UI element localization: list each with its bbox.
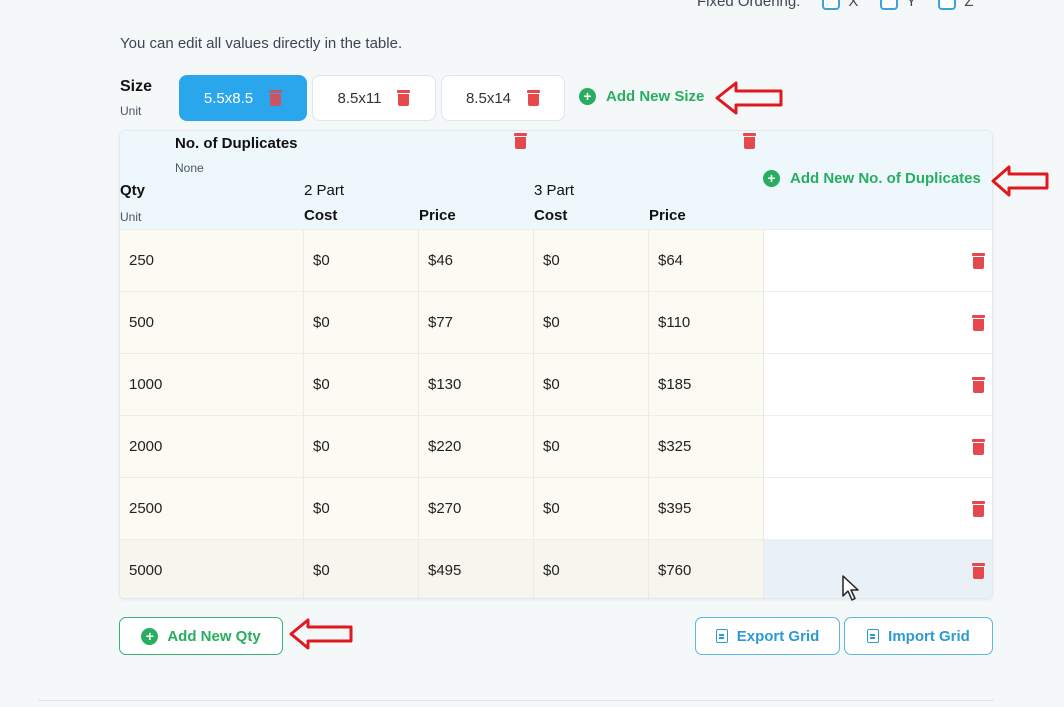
duplicates-unit: None — [175, 161, 204, 175]
cost-3-part-cell[interactable]: $0 — [534, 230, 649, 291]
size-unit: Unit — [120, 104, 142, 118]
add-new-qty-button[interactable]: + Add New Qty — [119, 617, 283, 655]
edit-hint: You can edit all values directly in the … — [120, 35, 403, 52]
column-header: Cost — [534, 207, 568, 224]
price-3-part-cell[interactable]: $185 — [649, 354, 764, 415]
cost-2-part-cell[interactable]: $0 — [304, 416, 419, 477]
annotation-arrow-left — [991, 165, 1049, 197]
qty-cell[interactable]: 250 — [120, 230, 304, 291]
size-chip-8-5x11[interactable]: 8.5x11 — [312, 75, 436, 121]
qty-label: Qty — [120, 182, 146, 199]
plus-circle-icon: + — [141, 627, 159, 645]
trash-icon[interactable] — [514, 133, 527, 149]
row-delete-cell — [764, 478, 992, 539]
column-header: Price — [649, 207, 686, 224]
qty-cell[interactable]: 500 — [120, 292, 304, 353]
checkbox-x[interactable] — [822, 0, 841, 10]
price-2-part-cell[interactable]: $77 — [419, 292, 534, 353]
trash-icon[interactable] — [397, 90, 411, 106]
table-row: 5000 $0 $495 $0 $760 — [120, 539, 992, 598]
trash-icon[interactable] — [972, 500, 985, 517]
qty-cell[interactable]: 1000 — [120, 354, 304, 415]
import-grid-button[interactable]: Import Grid — [844, 617, 993, 655]
fixed-ordering-z[interactable]: Z — [938, 0, 974, 10]
group-3-part: 3 Part — [534, 182, 575, 199]
cost-2-part-cell[interactable]: $0 — [304, 478, 419, 539]
price-3-part-cell[interactable]: $110 — [649, 292, 764, 353]
fixed-ordering-label: Fixed Ordering: — [697, 0, 801, 10]
trash-icon[interactable] — [743, 133, 756, 149]
row-delete-cell — [764, 540, 992, 598]
cost-3-part-cell[interactable]: $0 — [534, 416, 649, 477]
price-2-part-cell[interactable]: $495 — [419, 540, 534, 598]
export-grid-button[interactable]: Export Grid — [695, 617, 840, 655]
price-3-part-cell[interactable]: $325 — [649, 416, 764, 477]
checkbox-y[interactable] — [880, 0, 899, 10]
table-row: 500 $0 $77 $0 $110 — [120, 291, 992, 353]
table-row: 2000 $0 $220 $0 $325 — [120, 415, 992, 477]
price-3-part-cell[interactable]: $395 — [649, 478, 764, 539]
qty-cell[interactable]: 2000 — [120, 416, 304, 477]
price-2-part-cell[interactable]: $46 — [419, 230, 534, 291]
grid-header: No. of Duplicates None Qty Unit 2 Part 3… — [120, 131, 992, 229]
price-3-part-cell[interactable]: $64 — [649, 230, 764, 291]
row-delete-cell — [764, 230, 992, 291]
qty-cell[interactable]: 2500 — [120, 478, 304, 539]
price-2-part-cell[interactable]: $220 — [419, 416, 534, 477]
file-icon — [867, 629, 880, 643]
checkbox-z[interactable] — [938, 0, 957, 10]
annotation-arrow-left — [715, 81, 783, 115]
trash-icon[interactable] — [527, 90, 541, 106]
plus-circle-icon: + — [763, 170, 780, 187]
trash-icon[interactable] — [269, 90, 283, 106]
cost-2-part-cell[interactable]: $0 — [304, 230, 419, 291]
column-header: Price — [419, 207, 456, 224]
cost-3-part-cell[interactable]: $0 — [534, 292, 649, 353]
add-new-size-link[interactable]: + Add New Size — [579, 88, 704, 105]
trash-icon[interactable] — [972, 314, 985, 331]
trash-icon[interactable] — [972, 438, 985, 455]
trash-icon[interactable] — [972, 376, 985, 393]
trash-icon[interactable] — [972, 562, 985, 579]
size-label: Size — [120, 78, 153, 95]
fixed-ordering-x[interactable]: X — [822, 0, 858, 10]
row-delete-cell — [764, 416, 992, 477]
group-2-part: 2 Part — [304, 182, 345, 199]
add-new-duplicates-link[interactable]: + Add New No. of Duplicates — [763, 170, 981, 187]
fixed-ordering: Fixed Ordering: X Y Z — [697, 0, 974, 10]
plus-circle-icon: + — [579, 88, 596, 105]
mouse-cursor-icon — [842, 575, 859, 601]
price-2-part-cell[interactable]: $130 — [419, 354, 534, 415]
annotation-arrow-left — [289, 618, 353, 650]
cost-2-part-cell[interactable]: $0 — [304, 292, 419, 353]
price-2-part-cell[interactable]: $270 — [419, 478, 534, 539]
cost-3-part-cell[interactable]: $0 — [534, 478, 649, 539]
row-delete-cell — [764, 354, 992, 415]
cost-3-part-cell[interactable]: $0 — [534, 354, 649, 415]
column-header: Cost — [304, 207, 338, 224]
size-chip-5-5x8-5[interactable]: 5.5x8.5 — [179, 75, 307, 121]
size-chip-8-5x14[interactable]: 8.5x14 — [441, 75, 565, 121]
duplicates-label: No. of Duplicates — [175, 135, 298, 152]
price-grid: No. of Duplicates None Qty Unit 2 Part 3… — [119, 130, 993, 599]
table-row: 1000 $0 $130 $0 $185 — [120, 353, 992, 415]
qty-cell[interactable]: 5000 — [120, 540, 304, 598]
file-icon — [715, 629, 728, 643]
qty-unit: Unit — [120, 210, 142, 224]
divider — [38, 700, 994, 701]
cost-2-part-cell[interactable]: $0 — [304, 540, 419, 598]
table-row: 2500 $0 $270 $0 $395 — [120, 477, 992, 539]
price-3-part-cell[interactable]: $760 — [649, 540, 764, 598]
fixed-ordering-y[interactable]: Y — [880, 0, 916, 10]
row-delete-cell — [764, 292, 992, 353]
table-row: 250 $0 $46 $0 $64 — [120, 229, 992, 291]
cost-3-part-cell[interactable]: $0 — [534, 540, 649, 598]
trash-icon[interactable] — [972, 252, 985, 269]
cost-2-part-cell[interactable]: $0 — [304, 354, 419, 415]
